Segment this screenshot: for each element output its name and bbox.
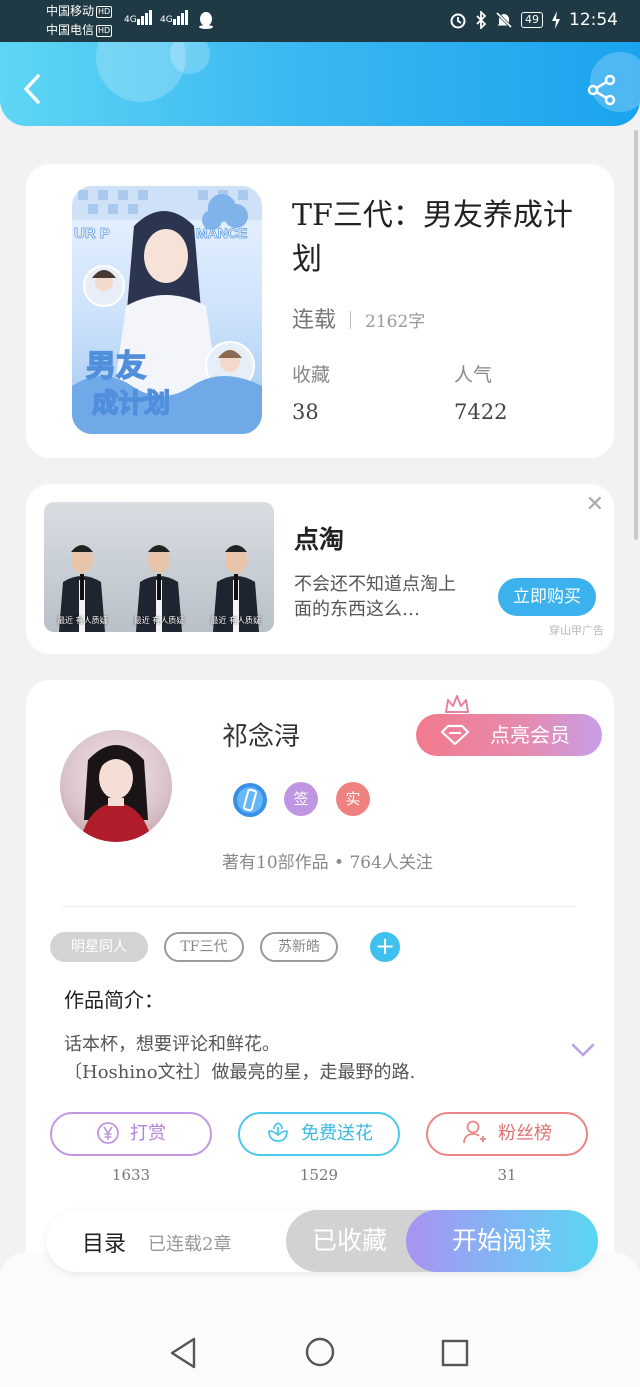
book-info-card: UR P MANCE 男友 成计划 TF三代：男友养成计划 连载 2162字 收藏… [26,164,614,458]
favorites-label: 收藏 [292,364,331,386]
crown-icon [445,695,469,713]
fan-count: 31 [497,1166,517,1184]
yen-icon [97,1122,119,1144]
flower-count: 1529 [299,1166,339,1184]
word-count: 2162字 [365,312,426,332]
ad-card[interactable]: 最近 有人质疑 最近 有人质疑 最近 有人质疑 点淘 不会还不知道点淘上面的东西… [26,484,614,654]
intro-heading: 作品简介： [64,988,164,1012]
favorites-value: 38 [292,400,319,424]
ad-description: 不会还不知道点淘上面的东西这么… [294,574,456,620]
share-icon[interactable] [586,74,618,106]
chapter-count: 已连载2章 [148,1234,232,1255]
author-name: 祁念浔 [222,722,301,752]
carrier-2: 中国电信 HD [46,23,113,37]
battery-icon: 49 [521,12,543,28]
alarm-icon [450,13,466,29]
svg-text:UR P: UR P [74,225,110,242]
back-icon[interactable] [18,72,48,106]
send-flower-button[interactable]: 免费送花 [238,1112,400,1156]
status-bar: 中国移动 HD 中国电信 HD 4G 4G 49 12:54 [0,0,640,42]
system-nav-bar [0,1252,640,1387]
svg-text:男友: 男友 [86,349,146,384]
ad-source-label: 穿山甲广告 [549,624,604,637]
fan-ranking-button[interactable]: 粉丝榜 [426,1112,588,1156]
chevron-down-icon[interactable] [570,1042,596,1058]
toc-button[interactable]: 目录 [82,1226,126,1258]
ad-image[interactable]: 最近 有人质疑 最近 有人质疑 最近 有人质疑 [44,502,274,632]
app-header [0,42,640,126]
author-meta: 著有10部作品 • 764人关注 [222,853,433,873]
tag-tf3[interactable]: TF三代 [164,932,244,962]
author-avatar[interactable] [60,730,172,842]
svg-text:成计划: 成计划 [92,389,170,419]
vip-button[interactable]: 点亮会员 [416,714,602,756]
popularity-label: 人气 [454,364,493,386]
level-badge-icon [233,783,267,817]
intro-line-2: 〔Hoshino文社〕做最亮的星，走最野的路. [64,1062,416,1083]
verified-badge: 实 [336,782,370,816]
tip-count: 1633 [111,1166,151,1184]
qq-icon [199,12,213,29]
signed-badge: 签 [284,782,318,816]
signal-icon-2: 4G [160,10,189,25]
flower-icon [268,1122,288,1142]
divider [62,906,576,907]
close-icon[interactable]: ✕ [586,492,604,517]
tip-button[interactable]: 打赏 [50,1112,212,1156]
mute-icon [495,11,513,29]
carrier-1: 中国移动 HD [46,4,113,18]
book-status: 连载 2162字 [292,308,426,333]
start-reading-button[interactable]: 开始阅读 [406,1210,598,1272]
bluetooth-icon [476,11,487,29]
popularity-value: 7422 [454,400,508,424]
triangle-back-icon[interactable] [168,1336,198,1370]
scrollbar[interactable] [634,130,638,540]
ad-buy-button[interactable]: 立即购买 [498,578,596,616]
charging-icon [552,11,560,29]
user-icon [463,1120,486,1144]
book-cover-image[interactable]: UR P MANCE 男友 成计划 [72,186,262,434]
ad-title: 点淘 [294,525,345,554]
intro-line-1: 话本杯，想要评论和鲜花。 [64,1034,280,1055]
circle-home-icon[interactable] [304,1336,336,1368]
add-tag-button[interactable]: + [370,932,400,962]
book-title: TF三代：男友养成计划 [292,198,573,277]
diamond-icon [440,724,470,746]
square-recent-icon[interactable] [440,1338,470,1368]
svg-text:MANCE: MANCE [196,225,247,241]
signal-icon: 4G [124,10,153,25]
bottom-action-bar: 目录 已连载2章 已收藏 开始阅读 [46,1210,598,1272]
tag-character[interactable]: 苏新皓 [260,932,338,962]
clock: 12:54 [569,10,618,30]
tag-category[interactable]: 明星同人 [50,932,148,962]
